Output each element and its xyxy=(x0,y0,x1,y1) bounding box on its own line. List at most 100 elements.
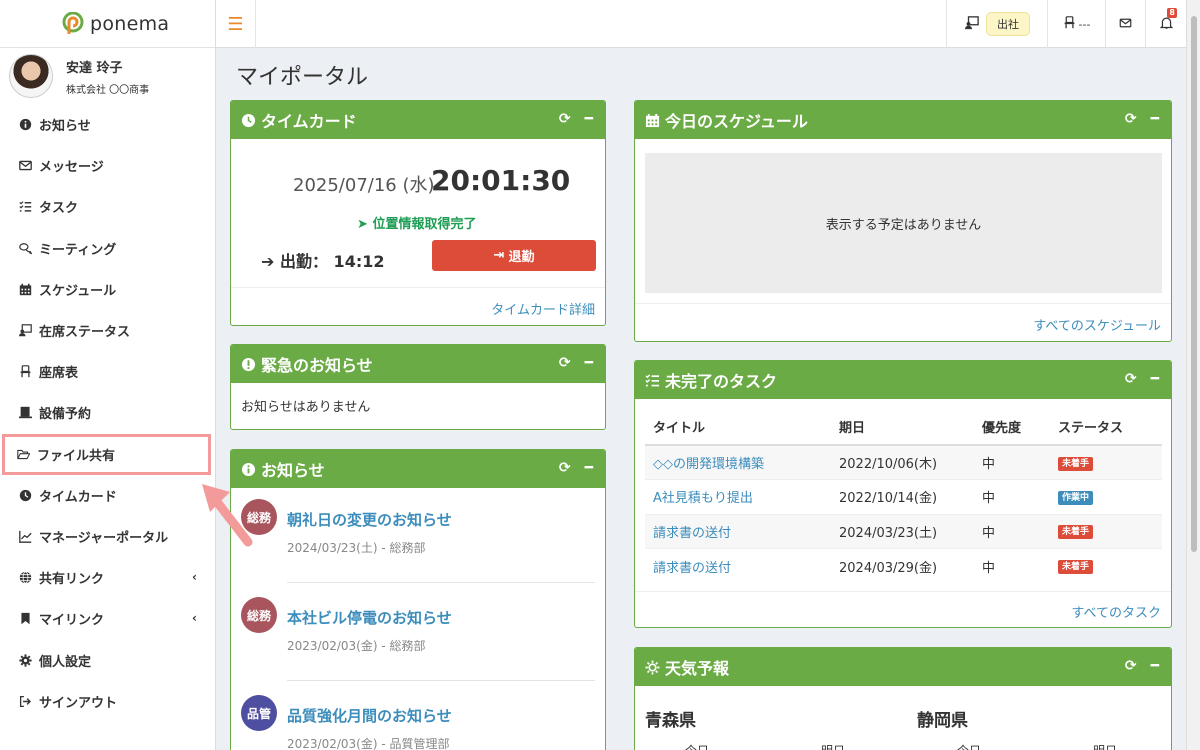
sidebar-item-manager-portal[interactable]: マネージャーポータル xyxy=(0,516,215,557)
sidebar-item-notices[interactable]: お知らせ xyxy=(0,104,215,145)
sidebar-item-timecard[interactable]: タイムカード xyxy=(0,475,215,516)
notices-header: お知らせ ⟳ ━ xyxy=(231,450,605,488)
refresh-icon[interactable]: ⟳ xyxy=(559,111,571,127)
weather-panel: 天気予報 ⟳ ━ 青森県 静岡県 今日 明日 今日 明日 xyxy=(634,647,1172,750)
task-title-link[interactable]: ◇◇の開発環境構築 xyxy=(653,457,764,472)
notifications-button[interactable]: 8 xyxy=(1145,0,1186,48)
timecard-title: タイムカード xyxy=(261,112,357,131)
sidebar-item-label: サインアウト xyxy=(39,695,118,711)
sidebar-item-seating[interactable]: 座席表 xyxy=(0,351,215,392)
sidebar-item-label: ファイル共有 xyxy=(37,448,116,464)
notice-meta: 2024/03/23(土) - 総務部 xyxy=(287,541,426,555)
weather-day-label: 明日 xyxy=(1093,742,1117,750)
clock-icon xyxy=(241,113,256,128)
department-badge: 総務 xyxy=(241,499,277,535)
gear-icon xyxy=(19,653,32,667)
page-scrollbar[interactable] xyxy=(1186,0,1200,750)
table-row: A社見積もり提出 2022/10/14(金) 中 作業中 xyxy=(645,479,1162,514)
sidebar-item-file-share[interactable]: ファイル共有 xyxy=(2,433,211,475)
sidebar-item-shared-links[interactable]: 共有リンク ‹ xyxy=(0,557,215,598)
urgent-notices-empty: お知らせはありません xyxy=(241,400,371,415)
status-badge: 未着手 xyxy=(1058,560,1094,574)
sidebar-item-schedule[interactable]: スケジュール xyxy=(0,269,215,310)
envelope-icon xyxy=(19,159,32,172)
messages-button[interactable] xyxy=(1105,0,1145,48)
timecard-clock: 20:01:30 xyxy=(431,164,571,197)
sidebar-item-label: お知らせ xyxy=(39,119,91,135)
clock-out-button[interactable]: ⇥ 退勤 xyxy=(432,240,596,271)
user-name: 安達 玲子 xyxy=(66,60,123,76)
collapse-icon[interactable]: ━ xyxy=(1151,371,1159,387)
urgent-notices-panel: 緊急のお知らせ ⟳ ━ お知らせはありません xyxy=(230,344,606,430)
divider xyxy=(635,303,1171,304)
collapse-icon[interactable]: ━ xyxy=(585,460,593,476)
timecard-date: 2025/07/16 (水) xyxy=(293,175,435,196)
refresh-icon[interactable]: ⟳ xyxy=(559,460,571,476)
collapse-icon[interactable]: ━ xyxy=(585,355,593,371)
attendance-status-button[interactable]: 出社 xyxy=(946,0,1047,48)
sidebar-item-settings[interactable]: 個人設定 xyxy=(0,639,215,680)
avatar xyxy=(9,54,53,98)
status-badge: 未着手 xyxy=(1058,456,1094,471)
department-badge: 品管 xyxy=(241,695,277,731)
sidebar-item-presence[interactable]: 在席ステータス xyxy=(0,310,215,351)
tasks-panel: 未完了のタスク ⟳ ━ タイトル 期日 優先度 ステータス ◇◇の開発環境構築 … xyxy=(634,360,1172,628)
task-title-link[interactable]: 請求書の送付 xyxy=(653,526,731,541)
notices-panel: お知らせ ⟳ ━ 総務 朝礼日の変更のお知らせ 2024/03/23(土) - … xyxy=(230,449,606,750)
folder-open-icon xyxy=(17,448,30,461)
status-badge: 出社 xyxy=(986,12,1030,36)
sidebar-item-messages[interactable]: メッセージ xyxy=(0,145,215,186)
schedule-empty-message: 表示する予定はありません xyxy=(645,153,1162,293)
sidebar-item-label: 在席ステータス xyxy=(39,325,131,341)
sidebar-item-facility[interactable]: 設備予約 xyxy=(0,392,215,433)
sidebar-item-label: マイリンク xyxy=(39,613,105,629)
notice-title-link[interactable]: 本社ビル停電のお知らせ xyxy=(287,607,452,628)
sidebar-item-meetings[interactable]: ミーティング xyxy=(0,228,215,269)
notice-title-link[interactable]: 朝礼日の変更のお知らせ xyxy=(287,509,452,530)
collapse-icon[interactable]: ━ xyxy=(1151,658,1159,674)
task-title-link[interactable]: 請求書の送付 xyxy=(653,561,731,576)
sidebar-item-tasks[interactable]: タスク xyxy=(0,186,215,227)
schedule-header: 今日のスケジュール ⟳ ━ xyxy=(635,101,1171,139)
task-priority: 中 xyxy=(974,513,1050,549)
tasks-table: タイトル 期日 優先度 ステータス ◇◇の開発環境構築 2022/10/06(木… xyxy=(645,409,1162,583)
refresh-icon[interactable]: ⟳ xyxy=(1125,371,1137,387)
user-company: 株式会社 〇〇商事 xyxy=(66,84,150,96)
envelope-icon xyxy=(1119,17,1132,32)
weather-prefecture: 静岡県 xyxy=(917,711,968,731)
info-circle-icon xyxy=(241,462,256,477)
tasks-title: 未完了のタスク xyxy=(665,372,778,391)
collapse-icon[interactable]: ━ xyxy=(585,111,593,127)
divider xyxy=(635,591,1171,592)
comments-icon xyxy=(19,242,32,255)
sidebar-item-my-links[interactable]: マイリンク ‹ xyxy=(0,598,215,639)
seat-text: --- xyxy=(1078,17,1091,31)
collapse-icon[interactable]: ━ xyxy=(1151,111,1159,127)
all-schedules-link[interactable]: すべてのスケジュール xyxy=(1033,315,1161,334)
task-title-link[interactable]: A社見積もり提出 xyxy=(653,491,753,506)
scrollbar-thumb[interactable] xyxy=(1191,16,1197,552)
sidebar-item-label: 設備予約 xyxy=(39,407,92,423)
notice-title-link[interactable]: 品質強化月間のお知らせ xyxy=(287,705,452,726)
location-status: ➤ 位置情報取得完了 xyxy=(357,217,477,232)
department-badge: 総務 xyxy=(241,597,277,633)
all-tasks-link[interactable]: すべてのタスク xyxy=(1071,602,1161,621)
timecard-detail-link[interactable]: タイムカード詳細 xyxy=(491,299,595,318)
sidebar-item-sign-out[interactable]: サインアウト xyxy=(0,681,215,722)
seat-button[interactable]: --- xyxy=(1047,0,1105,48)
urgent-notices-title: 緊急のお知らせ xyxy=(261,356,373,375)
chair-icon xyxy=(1063,16,1076,32)
chart-line-icon xyxy=(19,530,32,543)
ponema-logo-icon xyxy=(62,11,84,36)
refresh-icon[interactable]: ⟳ xyxy=(1125,658,1137,674)
refresh-icon[interactable]: ⟳ xyxy=(1125,111,1137,127)
table-row: 請求書の送付 2024/03/23(土) 中 未着手 xyxy=(645,513,1162,549)
schedule-panel: 今日のスケジュール ⟳ ━ 表示する予定はありません すべてのスケジュール xyxy=(634,100,1172,342)
calendar-icon xyxy=(19,283,32,296)
status-badge: 未着手 xyxy=(1058,525,1094,540)
hamburger-menu-button[interactable]: ☰ xyxy=(216,0,256,48)
tasks-icon xyxy=(645,373,660,388)
weather-prefecture: 青森県 xyxy=(645,711,696,731)
refresh-icon[interactable]: ⟳ xyxy=(559,355,571,371)
app-logo[interactable]: ponema xyxy=(0,0,215,48)
